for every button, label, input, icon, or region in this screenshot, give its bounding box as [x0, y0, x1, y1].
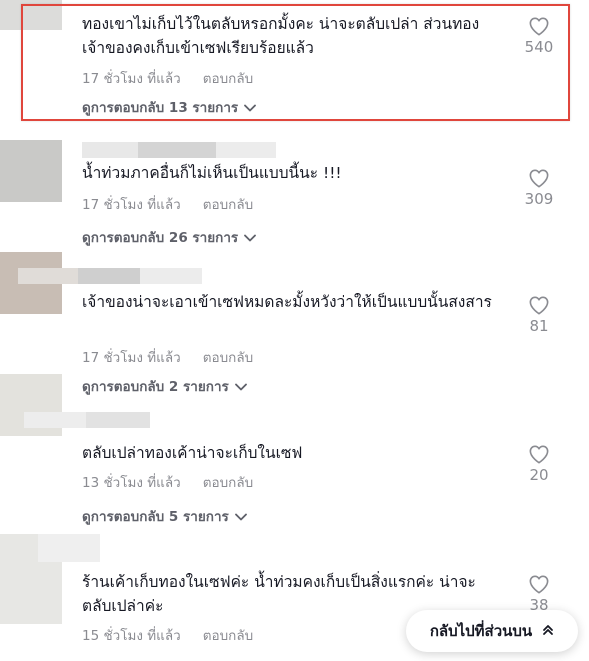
comment-meta: 15 ชั่วโมง ที่แล้ว ตอบกลับ — [82, 624, 253, 646]
like-count: 540 — [524, 38, 554, 56]
username-redacted — [216, 142, 276, 158]
avatar[interactable] — [0, 0, 62, 30]
comment-text: ตลับเปล่าทองเค้าน่าจะเก็บในเซฟ — [82, 444, 303, 462]
like-button[interactable]: 38 — [519, 574, 559, 614]
like-count: 20 — [529, 466, 549, 484]
username-redacted — [140, 268, 202, 284]
back-to-top-button[interactable]: กลับไปที่ส่วนบน — [406, 610, 578, 652]
username-redacted — [38, 534, 100, 562]
view-replies-label: ดูการตอบกลับ 2 รายการ — [82, 379, 229, 395]
like-button[interactable]: 540 — [519, 16, 559, 56]
chevron-down-icon — [244, 100, 257, 116]
view-replies-label: ดูการตอบกลับ 5 รายการ — [82, 509, 229, 525]
heart-icon — [519, 168, 559, 188]
back-to-top-label: กลับไปที่ส่วนบน — [429, 622, 533, 640]
username-redacted — [78, 268, 140, 284]
reply-button[interactable]: ตอบกลับ — [203, 475, 253, 491]
heart-icon — [519, 16, 559, 36]
reply-button[interactable]: ตอบกลับ — [203, 628, 253, 644]
comment-time: 17 ชั่วโมง ที่แล้ว — [82, 350, 181, 366]
view-replies-label: ดูการตอบกลับ 13 รายการ — [82, 100, 239, 116]
like-button[interactable]: 81 — [519, 295, 559, 335]
view-replies-button[interactable]: ดูการตอบกลับ 2 รายการ — [82, 375, 247, 397]
heart-icon — [519, 574, 559, 594]
username-redacted — [82, 142, 138, 158]
comment-time: 13 ชั่วโมง ที่แล้ว — [82, 475, 181, 491]
view-replies-label: ดูการตอบกลับ 26 รายการ — [82, 230, 239, 246]
reply-button[interactable]: ตอบกลับ — [203, 71, 253, 87]
comment-time: 17 ชั่วโมง ที่แล้ว — [82, 71, 181, 87]
view-replies-button[interactable]: ดูการตอบกลับ 13 รายการ — [82, 96, 257, 118]
chevron-down-icon — [234, 509, 247, 525]
comment-meta: 17 ชั่วโมง ที่แล้ว ตอบกลับ — [82, 67, 253, 89]
comment-text: เจ้าของน่าจะเอาเข้าเซฟหมดละมั้งหวังว่าให… — [82, 293, 492, 311]
comment-time: 17 ชั่วโมง ที่แล้ว — [82, 197, 181, 213]
heart-icon — [519, 295, 559, 315]
comment-text: น้ำท่วมภาคอื่นก็ไม่เห็นเป็นแบบนี้นะ !!! — [82, 164, 342, 182]
reply-button[interactable]: ตอบกลับ — [203, 197, 253, 213]
comment-time: 15 ชั่วโมง ที่แล้ว — [82, 628, 181, 644]
avatar[interactable] — [0, 140, 62, 202]
view-replies-button[interactable]: ดูการตอบกลับ 26 รายการ — [82, 226, 257, 248]
like-count: 309 — [524, 190, 554, 208]
username-redacted — [86, 412, 150, 428]
reply-button[interactable]: ตอบกลับ — [203, 350, 253, 366]
view-replies-button[interactable]: ดูการตอบกลับ 5 รายการ — [82, 505, 247, 527]
username-redacted — [138, 142, 216, 158]
chevron-down-icon — [244, 230, 257, 246]
comment-text: ทองเขาไม่เก็บไว้ในตลับหรอกมั้งคะ น่าจะตล… — [82, 15, 480, 57]
like-button[interactable]: 309 — [519, 168, 559, 208]
double-chevron-up-icon — [542, 622, 554, 640]
heart-icon — [519, 444, 559, 464]
comment-meta: 17 ชั่วโมง ที่แล้ว ตอบกลับ — [82, 346, 253, 368]
comment-meta: 13 ชั่วโมง ที่แล้ว ตอบกลับ — [82, 471, 253, 493]
username-redacted — [24, 412, 86, 428]
comment-meta: 17 ชั่วโมง ที่แล้ว ตอบกลับ — [82, 193, 253, 215]
like-button[interactable]: 20 — [519, 444, 559, 484]
username-redacted — [18, 268, 78, 284]
like-count: 81 — [529, 317, 549, 335]
chevron-down-icon — [234, 379, 247, 395]
